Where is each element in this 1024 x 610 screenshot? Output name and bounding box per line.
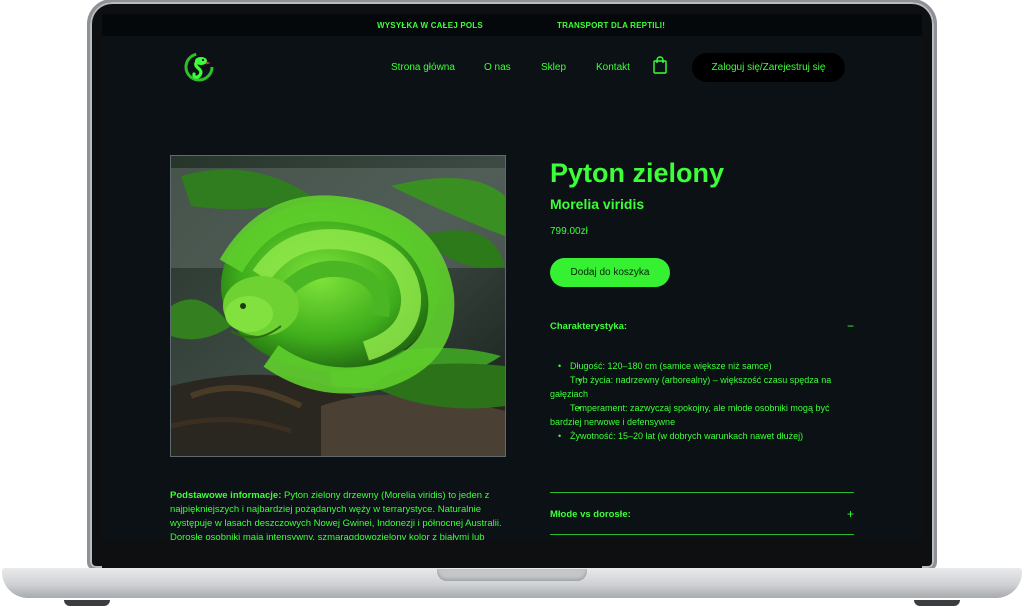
characteristics-list: Długość: 120–180 cm (samice większe niż … [550,359,854,443]
product-latin-name: Morelia viridis [550,196,645,212]
green-python-photo [171,156,505,456]
nav-link-contact[interactable]: Kontakt [596,62,630,73]
product-title: Pyton zielony [550,158,725,188]
login-register-button[interactable]: Zaloguj się/Zarejestruj się [692,53,845,82]
laptop-foot-right [914,600,960,606]
accordion-divider [550,492,854,493]
list-item: Tryb życia: nadrzewny (arborealny) – wię… [550,373,854,401]
screen-bezel-bottom [102,540,922,568]
transport-banner: TRANSPORT DLA REPTILI! [557,21,666,30]
basic-info-paragraph: Podstawowe informacje: Pyton zielony drz… [170,489,506,540]
list-item: Długość: 120–180 cm (samice większe niż … [550,359,854,373]
announcement-bar: WYSYŁKA W CAŁEJ POLS TRANSPORT DLA REPTI… [102,14,922,36]
basic-info-label: Podstawowe informacje: [170,490,282,501]
accordion-title: Młode vs dorosłe: [550,509,631,520]
product-image[interactable] [170,155,506,457]
accordion-title: Charakterystyka: [550,321,628,332]
list-item: Temperament: zazwyczaj spokojny, ale mło… [550,401,854,429]
expand-plus-icon[interactable]: + [847,507,854,521]
browser-screen: WYSYŁKA W CAŁEJ POLS TRANSPORT DLA REPTI… [102,14,922,540]
snake-logo-icon[interactable] [184,50,214,84]
laptop-notch [437,569,587,581]
add-to-cart-button[interactable]: Dodaj do koszyka [550,258,670,287]
shopping-bag-icon[interactable] [652,56,668,74]
shipping-banner: WYSYŁKA W CAŁEJ POLS [377,21,483,30]
product-price: 799.00zł [550,226,588,237]
nav-link-home[interactable]: Strona główna [391,62,455,73]
accordion-header-characteristics[interactable]: Charakterystyka: − [550,319,854,333]
nav-link-shop[interactable]: Sklep [541,62,566,73]
laptop-foot-left [64,600,110,606]
collapse-minus-icon[interactable]: − [847,319,854,333]
nav-link-about[interactable]: O nas [484,62,511,73]
accordion-divider [550,534,854,535]
accordion-header-young-vs-adult[interactable]: Młode vs dorosłe: + [550,507,854,521]
list-item: Żywotność: 15–20 lat (w dobrych warunkac… [550,429,854,443]
main-navigation: Strona główna O nas Sklep Kontakt Zalogu… [102,36,922,106]
